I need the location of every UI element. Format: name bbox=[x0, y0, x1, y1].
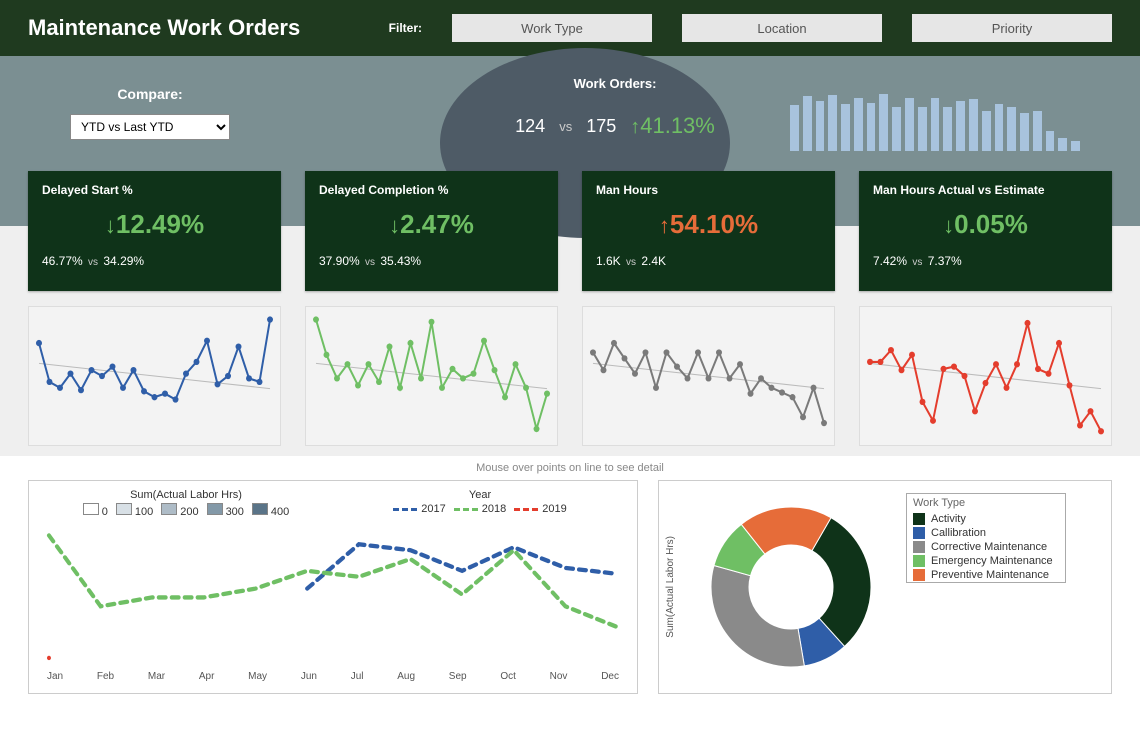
kpi-name: Delayed Completion % bbox=[319, 183, 544, 197]
donut-legend-item[interactable]: Callibration bbox=[907, 526, 1065, 540]
kpi-values: 37.90% vs 35.43% bbox=[319, 254, 544, 268]
spark-delayed-completion bbox=[305, 306, 558, 446]
year-title: Year bbox=[333, 489, 627, 501]
arrow-up-icon: ↑ bbox=[630, 116, 640, 138]
kpi-pct: ↑54.10% bbox=[596, 209, 821, 240]
donut-legend: Work TypeActivityCallibrationCorrective … bbox=[906, 493, 1066, 583]
kpi-name: Man Hours bbox=[596, 183, 821, 197]
kpi-card[interactable]: Delayed Completion % ↓2.47% 37.90% vs 35.4… bbox=[305, 171, 558, 291]
donut-legend-item[interactable]: Corrective Maintenance bbox=[907, 540, 1065, 554]
sparkline-row bbox=[0, 306, 1140, 456]
compare-block: Compare: YTD vs Last YTD bbox=[60, 86, 240, 140]
arrow-down-icon: ↓ bbox=[105, 213, 116, 238]
timeseries-panel: Sum(Actual Labor Hrs) 0100200300400 Year… bbox=[28, 480, 638, 694]
donut-legend-item[interactable]: Emergency Maintenance bbox=[907, 554, 1065, 568]
work-orders-pct: ↑41.13% bbox=[630, 113, 715, 139]
donut-ylabel: Sum(Actual Labor Hrs) bbox=[665, 536, 676, 638]
vs-label: vs bbox=[559, 119, 572, 134]
kpi-values: 1.6K vs 2.4K bbox=[596, 254, 821, 268]
spark-man-hours-ae bbox=[859, 306, 1112, 446]
work-orders-label: Work Orders: bbox=[480, 76, 750, 91]
spark-man-hours bbox=[582, 306, 835, 446]
kpi-card[interactable]: Man Hours ↑54.10% 1.6K vs 2.4K bbox=[582, 171, 835, 291]
kpi-name: Man Hours Actual vs Estimate bbox=[873, 183, 1098, 197]
filter-priority[interactable]: Priority bbox=[912, 14, 1112, 42]
compare-label: Compare: bbox=[60, 86, 240, 102]
spark-delayed-start bbox=[28, 306, 281, 446]
work-orders-bars bbox=[790, 81, 1080, 151]
donut-legend-item[interactable]: Activity bbox=[907, 512, 1065, 526]
hover-hint: Mouse over points on line to see detail bbox=[0, 456, 1140, 480]
kpi-pct: ↓12.49% bbox=[42, 209, 267, 240]
summary-band: Compare: YTD vs Last YTD Work Orders: 12… bbox=[0, 56, 1140, 226]
measure-swatches: 0100200300400 bbox=[39, 503, 333, 518]
arrow-up-icon: ↑ bbox=[659, 213, 670, 238]
measure-title: Sum(Actual Labor Hrs) bbox=[39, 489, 333, 501]
arrow-down-icon: ↓ bbox=[389, 213, 400, 238]
kpi-values: 7.42% vs 7.37% bbox=[873, 254, 1098, 268]
page-title: Maintenance Work Orders bbox=[28, 15, 300, 41]
work-orders-block: Work Orders: 124 vs 175 ↑41.13% bbox=[480, 76, 750, 139]
work-orders-prev: 124 bbox=[515, 116, 545, 137]
kpi-card[interactable]: Delayed Start % ↓12.49% 46.77% vs 34.29% bbox=[28, 171, 281, 291]
kpi-pct: ↓0.05% bbox=[873, 209, 1098, 240]
year-swatches: 201720182019 bbox=[333, 503, 627, 515]
donut-panel: Sum(Actual Labor Hrs) Work TypeActivityC… bbox=[658, 480, 1112, 694]
filter-location[interactable]: Location bbox=[682, 14, 882, 42]
work-orders-curr: 175 bbox=[586, 116, 616, 137]
kpi-row: Delayed Start %↓12.49%46.77% vs 34.29%De… bbox=[28, 171, 1112, 291]
filter-work-type[interactable]: Work Type bbox=[452, 14, 652, 42]
work-orders-numbers: 124 vs 175 ↑41.13% bbox=[480, 113, 750, 139]
kpi-pct: ↓2.47% bbox=[319, 209, 544, 240]
filter-label: Filter: bbox=[389, 21, 422, 35]
timeseries-axis: JanFebMarAprMayJunJulAugSepOctNovDec bbox=[39, 671, 627, 688]
bottom-row: Sum(Actual Labor Hrs) 0100200300400 Year… bbox=[0, 480, 1140, 714]
donut-legend-item[interactable]: Preventive Maintenance bbox=[907, 568, 1065, 582]
kpi-values: 46.77% vs 34.29% bbox=[42, 254, 267, 268]
timeseries-legend: Sum(Actual Labor Hrs) 0100200300400 Year… bbox=[39, 489, 627, 518]
kpi-card[interactable]: Man Hours Actual vs Estimate ↓0.05% 7.42% … bbox=[859, 171, 1112, 291]
timeseries-chart bbox=[39, 518, 627, 668]
compare-select[interactable]: YTD vs Last YTD bbox=[70, 114, 230, 140]
kpi-name: Delayed Start % bbox=[42, 183, 267, 197]
arrow-down-icon: ↓ bbox=[943, 213, 954, 238]
donut-chart bbox=[686, 487, 896, 687]
